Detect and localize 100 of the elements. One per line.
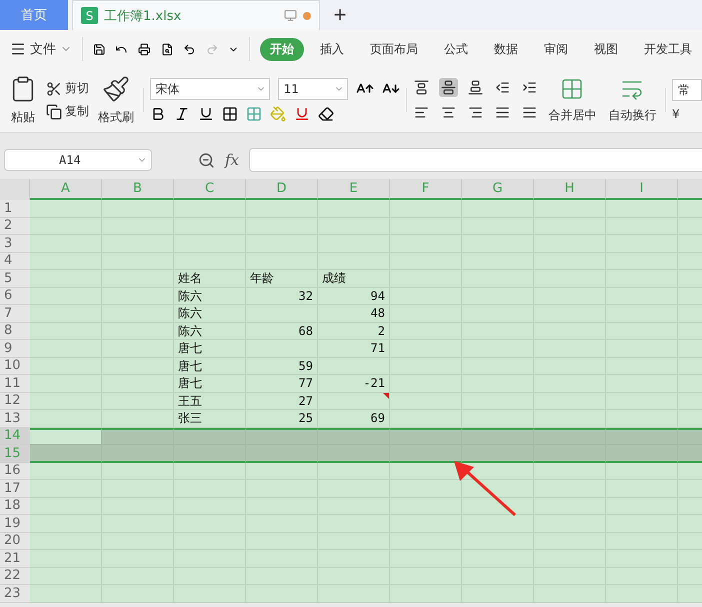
- borders-icon[interactable]: [222, 106, 238, 122]
- table-cell: [30, 358, 102, 375]
- table-cell: [246, 445, 318, 462]
- align-middle-icon[interactable]: [439, 78, 458, 97]
- align-bottom-icon[interactable]: [466, 78, 486, 97]
- fill-color-icon[interactable]: [270, 106, 286, 122]
- row-header[interactable]: 18: [0, 498, 30, 515]
- merge-center-button[interactable]: 合并居中: [545, 76, 600, 124]
- cut-button[interactable]: 剪切: [46, 80, 89, 97]
- row-header[interactable]: 21: [0, 550, 30, 568]
- table-cell: [174, 445, 246, 462]
- table-cell: [30, 498, 102, 515]
- font-size-select[interactable]: 11: [278, 78, 348, 100]
- column-header[interactable]: E: [318, 179, 390, 200]
- table-cell: [606, 462, 678, 480]
- spreadsheet-logo-icon: S: [81, 7, 98, 24]
- name-box[interactable]: A14: [4, 149, 152, 171]
- formula-input[interactable]: [249, 148, 702, 172]
- print-icon[interactable]: [138, 42, 151, 56]
- table-cell: [462, 480, 534, 498]
- row-header[interactable]: 6: [0, 288, 30, 305]
- align-top-icon[interactable]: [412, 78, 432, 97]
- home-tab[interactable]: 首页: [0, 0, 68, 30]
- zoom-out-icon[interactable]: [198, 152, 215, 168]
- column-header[interactable]: H: [534, 179, 606, 200]
- format-painter-button[interactable]: 格式刷: [95, 74, 137, 126]
- underline-icon[interactable]: [198, 106, 214, 122]
- column-header[interactable]: B: [102, 179, 174, 200]
- menu-tab[interactable]: 数据: [484, 38, 528, 60]
- table-cell: [246, 200, 318, 218]
- column-header[interactable]: I: [606, 179, 678, 200]
- row-header[interactable]: 9: [0, 340, 30, 358]
- table-cell: [30, 218, 102, 235]
- row-header[interactable]: 7: [0, 305, 30, 322]
- column-header[interactable]: G: [462, 179, 534, 200]
- table-cell: [246, 585, 318, 602]
- menu-tab[interactable]: 开发工具: [634, 38, 702, 60]
- row-header[interactable]: 17: [0, 480, 30, 498]
- table-cell: [318, 585, 390, 602]
- table-cell: [30, 532, 102, 550]
- row-header[interactable]: 2: [0, 218, 30, 235]
- table-cell: 王五: [174, 392, 246, 410]
- row-header[interactable]: 19: [0, 515, 30, 532]
- copy-button[interactable]: 复制: [46, 103, 89, 120]
- table-cell: [30, 200, 102, 218]
- column-header[interactable]: A: [30, 179, 102, 200]
- row-header[interactable]: 11: [0, 375, 30, 392]
- new-tab-button[interactable]: +: [320, 0, 360, 30]
- table-cell: [102, 410, 174, 428]
- row-header[interactable]: 16: [0, 462, 30, 480]
- table-cell: [30, 288, 102, 305]
- row-header[interactable]: 13: [0, 410, 30, 428]
- menu-tab[interactable]: 插入: [310, 38, 354, 60]
- row-header[interactable]: 1: [0, 200, 30, 218]
- table-cell: [390, 200, 462, 218]
- table-cell: [318, 428, 390, 445]
- font-color-icon[interactable]: [294, 106, 310, 122]
- row-header[interactable]: 22: [0, 568, 30, 585]
- menu-tab[interactable]: 开始: [260, 38, 304, 60]
- table-cell: [30, 235, 102, 252]
- paste-button[interactable]: 粘贴: [6, 74, 40, 126]
- row-header[interactable]: 8: [0, 322, 30, 340]
- table-cell: 成绩: [318, 270, 390, 288]
- currency-button[interactable]: ¥: [672, 107, 680, 121]
- row-header[interactable]: 12: [0, 392, 30, 410]
- document-tab[interactable]: S 工作簿1.xlsx: [72, 0, 320, 30]
- column-header[interactable]: D: [246, 179, 318, 200]
- row-header[interactable]: 10: [0, 358, 30, 375]
- table-cell: [606, 410, 678, 428]
- table-cell: [30, 585, 102, 602]
- table-cell: 陈六: [174, 305, 246, 322]
- wrap-text-button[interactable]: 自动换行: [605, 76, 660, 124]
- table-cell: [390, 585, 462, 602]
- row-header[interactable]: 23: [0, 585, 30, 602]
- row-header[interactable]: 20: [0, 532, 30, 550]
- font-select[interactable]: 宋体: [150, 78, 270, 100]
- menu-tab[interactable]: 视图: [584, 38, 628, 60]
- row-header[interactable]: 3: [0, 235, 30, 252]
- table-cell: [30, 568, 102, 585]
- column-header[interactable]: C: [174, 179, 246, 200]
- table-cell: 27: [246, 392, 318, 410]
- italic-icon[interactable]: [174, 106, 190, 122]
- table-cell: [390, 428, 462, 445]
- eraser-icon[interactable]: [318, 106, 334, 122]
- row-header[interactable]: 4: [0, 252, 30, 270]
- function-label[interactable]: fx: [225, 151, 240, 169]
- column-header[interactable]: F: [390, 179, 462, 200]
- table-cell: [246, 428, 318, 445]
- menu-icon: [10, 41, 26, 57]
- table-cell: [102, 445, 174, 462]
- menu-tab[interactable]: 公式: [434, 38, 478, 60]
- save-icon[interactable]: [92, 42, 106, 56]
- table-cell: 69: [318, 410, 390, 428]
- menu-tab[interactable]: 页面布局: [360, 38, 428, 60]
- file-menu[interactable]: 文件: [10, 40, 72, 58]
- number-format-select[interactable]: 常: [672, 79, 702, 101]
- menu-tab[interactable]: 审阅: [534, 38, 578, 60]
- print-preview-icon[interactable]: [160, 42, 174, 56]
- monitor-icon[interactable]: [284, 9, 297, 22]
- row-header[interactable]: 5: [0, 270, 30, 288]
